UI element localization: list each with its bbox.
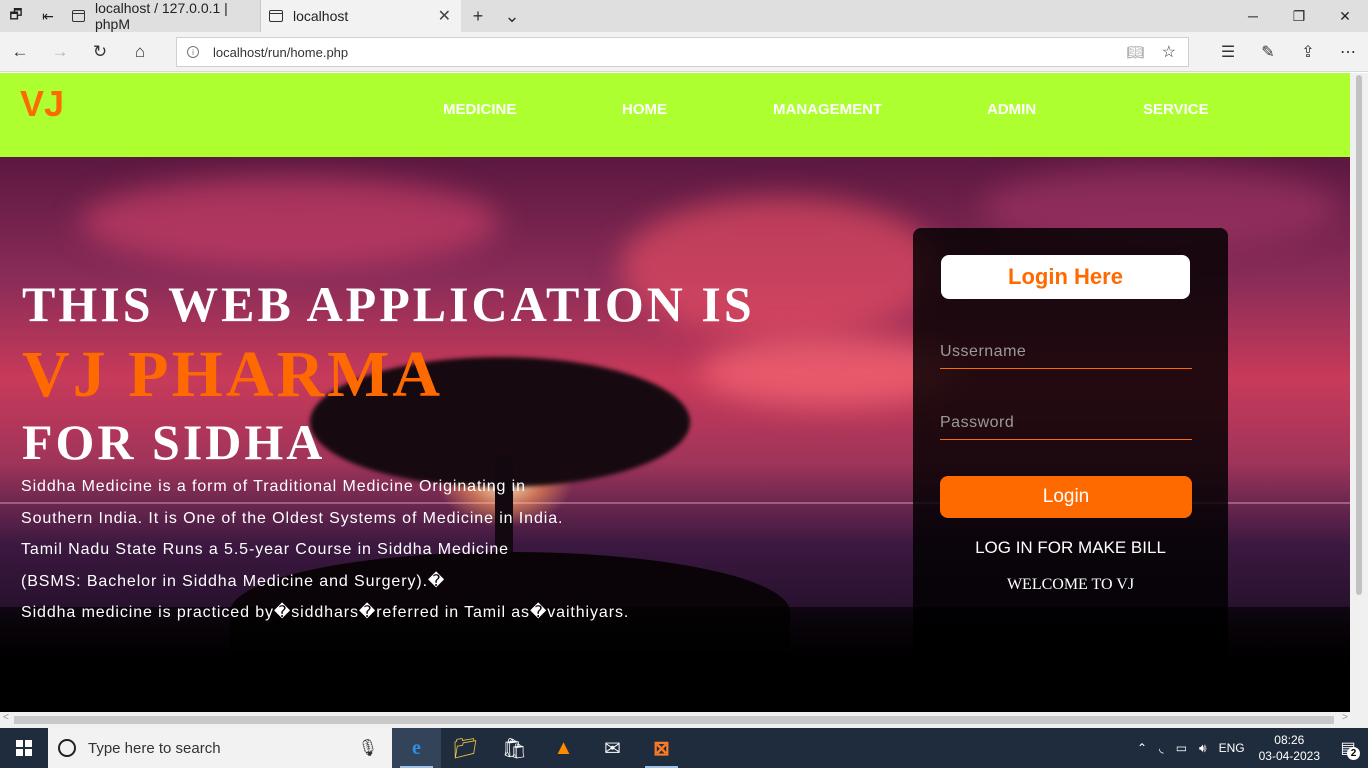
volume-icon[interactable]: 🔊︎ — [1193, 741, 1213, 756]
favorite-star-icon[interactable]: ☆ — [1162, 42, 1176, 62]
site-logo[interactable]: VJ — [20, 83, 64, 125]
welcome-text: WELCOME TO VJ — [1006, 576, 1135, 593]
xampp-icon[interactable]: ⊠ — [637, 728, 686, 768]
address-text[interactable]: localhost/run/home.php — [213, 45, 348, 60]
action-center-icon[interactable]: ▤2 — [1328, 728, 1368, 768]
system-tray: ⌃ ◟ ▭ 🔊︎ ENG 08:26 03-04-2023 ▤2 — [1131, 728, 1368, 768]
forward-icon[interactable]: → — [40, 32, 80, 72]
nav-home[interactable]: HOME — [622, 101, 667, 118]
close-tab-icon[interactable]: ✕ — [438, 6, 451, 26]
clock-date: 03-04-2023 — [1258, 749, 1320, 763]
taskbar: Type here to search 🎙︎ e 📁︎ 🛍︎ ▲ ✉ ⊠ ⌃ ◟… — [0, 728, 1368, 768]
notification-count: 2 — [1347, 747, 1360, 760]
taskbar-search[interactable]: Type here to search 🎙︎ — [48, 728, 392, 768]
site-info-icon[interactable]: i — [187, 46, 199, 58]
restore-icon[interactable]: ❐ — [1276, 0, 1322, 32]
scrollbar-thumb[interactable] — [1356, 75, 1362, 595]
page-icon — [269, 10, 283, 22]
close-window-icon[interactable]: ✕ — [1322, 0, 1368, 32]
hero-description: Siddha Medicine is a form of Traditional… — [21, 471, 701, 629]
login-note: LOG IN FOR MAKE BILL — [975, 538, 1166, 557]
tab-manager-icon[interactable]: 🗗 — [0, 0, 32, 32]
hero-heading-line3: FOR SIDHA — [22, 414, 326, 470]
search-placeholder: Type here to search — [88, 739, 221, 757]
chevron-down-icon[interactable]: ⌄ — [495, 6, 529, 27]
clock-time: 08:26 — [1274, 733, 1305, 747]
edge-browser-icon[interactable]: e — [392, 728, 441, 768]
hero-heading-line1: THIS WEB APPLICATION IS — [22, 276, 755, 332]
start-button[interactable] — [0, 728, 48, 768]
description-line: Siddha Medicine is a form of Traditional… — [21, 478, 526, 495]
nav-management[interactable]: MANAGEMENT — [773, 101, 882, 118]
horizontal-scrollbar[interactable]: < > — [0, 712, 1368, 728]
microphone-icon[interactable]: 🎙︎ — [358, 738, 378, 758]
windows-logo-icon — [16, 740, 32, 756]
mail-icon[interactable]: ✉ — [588, 728, 637, 768]
share-icon[interactable]: ⇪ — [1288, 32, 1328, 72]
chevron-up-icon[interactable]: ⌃ — [1131, 741, 1153, 755]
browser-tab-bar: 🗗 ⇤ localhost / 127.0.0.1 | phpM localho… — [0, 0, 1368, 32]
hero-heading-brand: VJ PHARMA — [22, 338, 444, 411]
minimize-icon[interactable]: ─ — [1230, 0, 1276, 32]
more-icon[interactable]: ⋯ — [1328, 32, 1368, 72]
tab-localhost[interactable]: localhost ✕ — [261, 0, 461, 32]
background-cloud — [80, 177, 500, 267]
description-line: Tamil Nadu State Runs a 5.5-year Course … — [21, 541, 509, 558]
address-bar[interactable]: i localhost/run/home.php 📖︎ ☆ — [176, 37, 1189, 67]
set-tabs-aside-icon[interactable]: ⇤ — [32, 0, 64, 32]
browser-nav-bar: ← → ↻ ⌂ i localhost/run/home.php 📖︎ ☆ ☰ … — [0, 32, 1368, 72]
file-explorer-icon[interactable]: 📁︎ — [441, 728, 490, 768]
clock[interactable]: 08:26 03-04-2023 — [1251, 732, 1328, 764]
battery-icon[interactable]: ▭ — [1170, 741, 1193, 755]
new-tab-icon[interactable]: + — [461, 6, 495, 27]
login-title: Login Here — [941, 255, 1190, 299]
scrollbar-thumb[interactable] — [14, 716, 1334, 724]
vlc-icon[interactable]: ▲ — [539, 728, 588, 768]
vertical-scrollbar[interactable] — [1350, 73, 1368, 712]
language-indicator[interactable]: ENG — [1213, 741, 1251, 755]
login-panel: Login Here Login LOG IN FOR MAKE BILL WE… — [913, 228, 1228, 680]
description-line: Southern India. It is One of the Oldest … — [21, 509, 564, 527]
back-icon[interactable]: ← — [0, 32, 40, 72]
refresh-icon[interactable]: ↻ — [80, 32, 120, 72]
tab-label: localhost / 127.0.0.1 | phpM — [94, 0, 228, 32]
site-header: VJ MEDICINE HOME MANAGEMENT ADMIN SERVIC… — [0, 73, 1350, 157]
page-icon — [72, 10, 85, 22]
notes-pen-icon[interactable]: ✎ — [1248, 32, 1288, 72]
nav-service[interactable]: SERVICE — [1143, 101, 1209, 118]
nav-medicine[interactable]: MEDICINE — [443, 101, 516, 118]
description-line: (BSMS: Bachelor in Siddha Medicine and S… — [21, 572, 446, 590]
page-viewport: VJ MEDICINE HOME MANAGEMENT ADMIN SERVIC… — [0, 73, 1350, 712]
store-icon[interactable]: 🛍︎ — [490, 728, 539, 768]
tab-label: localhost — [293, 8, 349, 24]
nav-admin[interactable]: ADMIN — [987, 101, 1036, 118]
username-input[interactable] — [940, 335, 1192, 369]
home-icon[interactable]: ⌂ — [120, 32, 160, 72]
login-button[interactable]: Login — [940, 476, 1192, 518]
search-icon — [58, 739, 76, 757]
reading-view-icon[interactable]: 📖︎ — [1126, 44, 1144, 61]
network-icon[interactable]: ◟ — [1153, 741, 1170, 755]
scroll-right-icon[interactable]: > — [1342, 712, 1348, 723]
password-input[interactable] — [940, 406, 1192, 440]
favorites-icon[interactable]: ☰ — [1208, 32, 1248, 72]
scroll-left-icon[interactable]: < — [3, 712, 9, 723]
hero-section: THIS WEB APPLICATION IS VJ PHARMA FOR SI… — [0, 157, 1350, 712]
tab-phpmyadmin[interactable]: localhost / 127.0.0.1 | phpM — [64, 0, 261, 32]
description-line: Siddha medicine is practiced by�siddhars… — [21, 604, 630, 621]
